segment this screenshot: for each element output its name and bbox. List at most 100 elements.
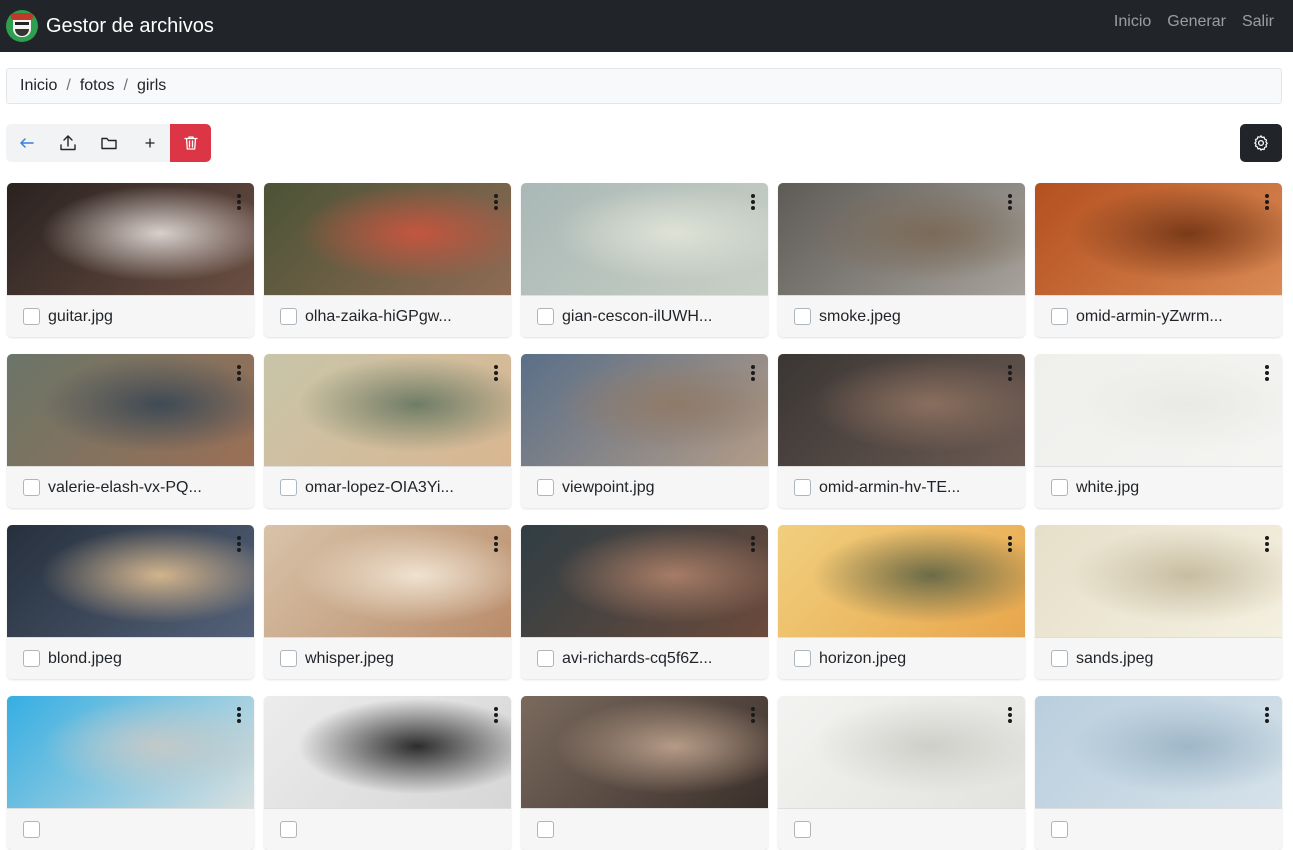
back-button[interactable] [6,124,47,162]
nav-link-inicio[interactable]: Inicio [1114,13,1151,31]
nav-link-generar[interactable]: Generar [1167,13,1226,31]
file-select-checkbox[interactable] [23,650,40,667]
kebab-menu-icon[interactable] [750,365,756,381]
file-card[interactable]: avi-richards-cq5f6Z... [521,525,768,679]
breadcrumb-girls: girls [136,77,167,94]
file-thumbnail[interactable] [778,183,1025,295]
kebab-menu-icon[interactable] [750,707,756,723]
file-thumbnail[interactable] [521,183,768,295]
file-select-checkbox[interactable] [794,650,811,667]
file-select-checkbox[interactable] [794,821,811,838]
file-thumbnail[interactable] [778,354,1025,466]
file-thumbnail[interactable] [521,525,768,637]
file-thumbnail[interactable] [1035,696,1282,808]
file-thumbnail[interactable] [264,354,511,466]
kebab-menu-icon[interactable] [1007,707,1013,723]
kebab-menu-icon[interactable] [236,365,242,381]
file-select-checkbox[interactable] [537,821,554,838]
file-thumbnail[interactable] [264,183,511,295]
file-thumbnail[interactable] [7,354,254,466]
file-select-checkbox[interactable] [1051,821,1068,838]
file-card[interactable]: smoke.jpeg [778,183,1025,337]
app-title: Gestor de archivos [46,14,214,37]
kebab-menu-icon[interactable] [493,536,499,552]
file-card[interactable] [1035,696,1282,850]
file-card[interactable]: gian-cescon-ilUWH... [521,183,768,337]
file-name: white.jpg [1076,478,1140,496]
file-card-footer: guitar.jpg [7,295,254,337]
file-card[interactable]: whisper.jpeg [264,525,511,679]
file-thumbnail[interactable] [7,183,254,295]
kebab-menu-icon[interactable] [1264,707,1270,723]
file-card[interactable]: sands.jpeg [1035,525,1282,679]
kebab-menu-icon[interactable] [1007,365,1013,381]
file-card[interactable] [778,696,1025,850]
add-button[interactable] [129,124,170,162]
file-select-checkbox[interactable] [280,308,297,325]
file-thumbnail[interactable] [778,696,1025,808]
file-card[interactable]: white.jpg [1035,354,1282,508]
delete-button[interactable] [170,124,211,162]
file-select-checkbox[interactable] [537,650,554,667]
kebab-menu-icon[interactable] [750,194,756,210]
kebab-menu-icon[interactable] [1007,536,1013,552]
file-card-footer: sands.jpeg [1035,637,1282,679]
kebab-menu-icon[interactable] [750,536,756,552]
kebab-menu-icon[interactable] [1264,365,1270,381]
file-thumbnail[interactable] [1035,525,1282,637]
file-thumbnail[interactable] [1035,183,1282,295]
file-thumbnail[interactable] [264,525,511,637]
file-card[interactable] [7,696,254,850]
kebab-menu-icon[interactable] [1007,194,1013,210]
file-thumbnail[interactable] [7,696,254,808]
file-select-checkbox[interactable] [1051,650,1068,667]
file-select-checkbox[interactable] [537,479,554,496]
kebab-menu-icon[interactable] [236,194,242,210]
kebab-menu-icon[interactable] [236,707,242,723]
file-select-checkbox[interactable] [1051,479,1068,496]
file-card[interactable] [264,696,511,850]
file-card[interactable]: omar-lopez-OIA3Yi... [264,354,511,508]
file-select-checkbox[interactable] [23,479,40,496]
file-select-checkbox[interactable] [280,650,297,667]
file-card-footer [1035,808,1282,850]
breadcrumb-fotos[interactable]: fotos [80,77,115,95]
file-thumbnail[interactable] [1035,354,1282,466]
file-select-checkbox[interactable] [23,308,40,325]
file-thumbnail[interactable] [521,354,768,466]
brand[interactable]: Gestor de archivos [6,10,214,42]
file-card[interactable]: omid-armin-hv-TE... [778,354,1025,508]
file-select-checkbox[interactable] [794,308,811,325]
upload-button[interactable] [47,124,88,162]
file-card[interactable]: viewpoint.jpg [521,354,768,508]
kebab-menu-icon[interactable] [236,536,242,552]
file-card[interactable]: blond.jpeg [7,525,254,679]
file-select-checkbox[interactable] [794,479,811,496]
file-card[interactable]: guitar.jpg [7,183,254,337]
file-card[interactable]: horizon.jpeg [778,525,1025,679]
file-card[interactable] [521,696,768,850]
kebab-menu-icon[interactable] [1264,536,1270,552]
file-select-checkbox[interactable] [537,308,554,325]
kebab-menu-icon[interactable] [1264,194,1270,210]
kebab-menu-icon[interactable] [493,707,499,723]
file-select-checkbox[interactable] [280,821,297,838]
kebab-menu-icon[interactable] [493,194,499,210]
file-toolbar [6,124,211,162]
new-folder-button[interactable] [88,124,129,162]
file-thumbnail[interactable] [521,696,768,808]
file-card-footer: omid-armin-hv-TE... [778,466,1025,508]
settings-button[interactable] [1240,124,1282,162]
file-select-checkbox[interactable] [1051,308,1068,325]
nav-link-salir[interactable]: Salir [1242,13,1274,31]
breadcrumb-inicio[interactable]: Inicio [20,77,57,95]
file-select-checkbox[interactable] [280,479,297,496]
file-thumbnail[interactable] [778,525,1025,637]
file-card[interactable]: omid-armin-yZwrm... [1035,183,1282,337]
kebab-menu-icon[interactable] [493,365,499,381]
file-thumbnail[interactable] [7,525,254,637]
file-card[interactable]: olha-zaika-hiGPgw... [264,183,511,337]
file-select-checkbox[interactable] [23,821,40,838]
file-card[interactable]: valerie-elash-vx-PQ... [7,354,254,508]
file-thumbnail[interactable] [264,696,511,808]
